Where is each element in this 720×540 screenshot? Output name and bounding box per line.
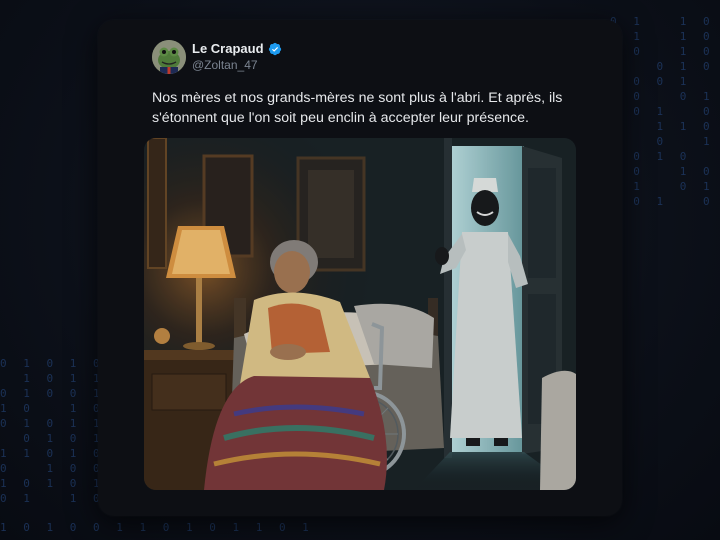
tweet-text: Nos mères et nos grands-mères ne sont pl… — [152, 90, 563, 126]
background-binary-right: 0 1 1 0 1 0 1 1 0 1 0 1 0 1 0 1 0 1 0 0 … — [610, 15, 715, 208]
tweet-image[interactable] — [144, 138, 576, 490]
background-binary-bottom: 1 0 1 0 0 1 1 0 1 0 1 1 0 1 — [0, 521, 314, 534]
author-name[interactable]: Le Crapaud — [192, 41, 264, 56]
author-handle[interactable]: @Zoltan_47 — [192, 58, 258, 72]
author-row: Le Crapaud — [192, 41, 282, 56]
frog-avatar-icon — [152, 40, 186, 74]
image-illustration — [144, 138, 576, 490]
avatar[interactable] — [152, 40, 186, 74]
verified-badge-icon — [268, 42, 281, 55]
